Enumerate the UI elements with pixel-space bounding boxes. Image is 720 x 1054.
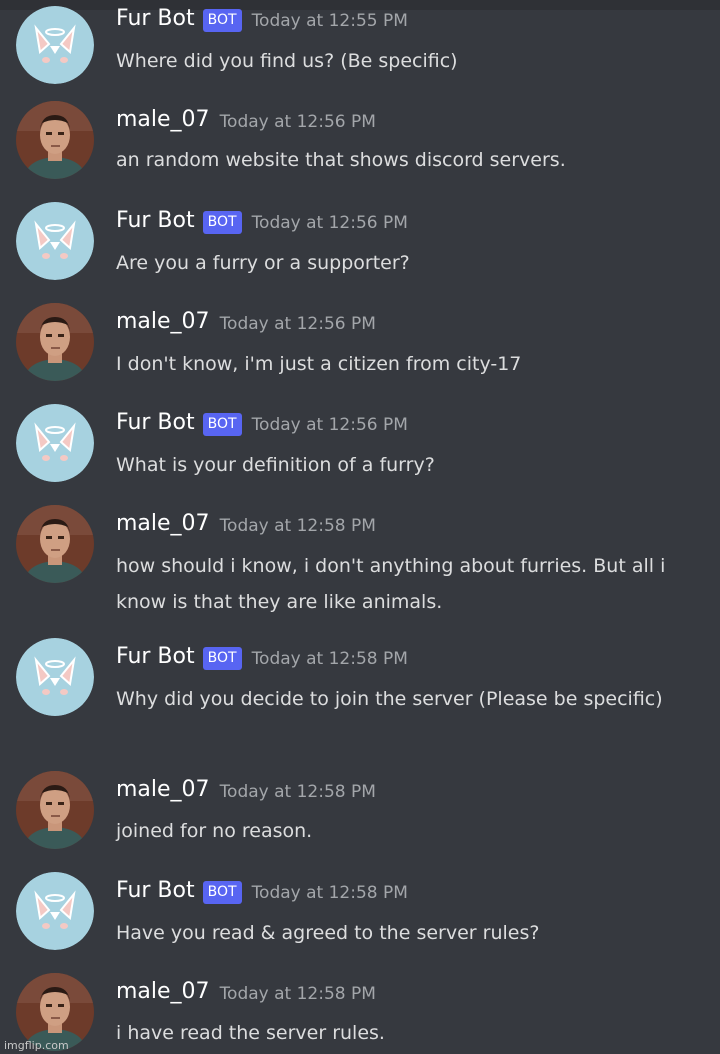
fur-bot-avatar-icon[interactable] xyxy=(16,404,94,482)
message-text: What is your definition of a furry? xyxy=(116,454,435,476)
message-text: an random website that shows discord ser… xyxy=(116,149,566,171)
male-07-avatar-icon[interactable] xyxy=(16,101,94,179)
male-07-avatar-icon[interactable] xyxy=(16,505,94,583)
bot-badge: BOT xyxy=(202,647,242,670)
timestamp: Today at 12:58 PM xyxy=(219,781,376,802)
bot-badge: BOT xyxy=(202,9,242,32)
bot-badge: BOT xyxy=(202,413,242,436)
male-07-avatar-icon[interactable] xyxy=(16,303,94,381)
timestamp: Today at 12:58 PM xyxy=(251,882,408,903)
fur-bot-avatar-icon[interactable] xyxy=(16,6,94,84)
message-text: I don't know, i'm just a citizen from ci… xyxy=(116,353,522,375)
username[interactable]: Fur Bot xyxy=(116,644,195,669)
message-text: Why did you decide to join the server (P… xyxy=(116,688,663,710)
message-text: i have read the server rules. xyxy=(116,1022,385,1044)
timestamp: Today at 12:56 PM xyxy=(219,111,376,132)
username[interactable]: male_07 xyxy=(116,979,210,1004)
timestamp: Today at 12:55 PM xyxy=(251,10,408,31)
username[interactable]: Fur Bot xyxy=(116,6,195,31)
male-07-avatar-icon[interactable] xyxy=(16,771,94,849)
imgflip-watermark: imgflip.com xyxy=(4,1039,69,1052)
message-text: joined for no reason. xyxy=(116,820,313,842)
timestamp: Today at 12:58 PM xyxy=(251,648,408,669)
timestamp: Today at 12:58 PM xyxy=(219,983,376,1004)
username[interactable]: male_07 xyxy=(116,511,210,536)
fur-bot-avatar-icon[interactable] xyxy=(16,638,94,716)
username[interactable]: Fur Bot xyxy=(116,878,195,903)
fur-bot-avatar-icon[interactable] xyxy=(16,202,94,280)
message-text: how should i know, i don't anything abou… xyxy=(116,555,666,613)
timestamp: Today at 12:56 PM xyxy=(219,313,376,334)
username[interactable]: male_07 xyxy=(116,309,210,334)
username[interactable]: male_07 xyxy=(116,107,210,132)
message-text: Are you a furry or a supporter? xyxy=(116,252,410,274)
fur-bot-avatar-icon[interactable] xyxy=(16,872,94,950)
username[interactable]: Fur Bot xyxy=(116,208,195,233)
bot-badge: BOT xyxy=(202,881,242,904)
timestamp: Today at 12:56 PM xyxy=(251,414,408,435)
message-text: Where did you find us? (Be specific) xyxy=(116,50,458,72)
message-text: Have you read & agreed to the server rul… xyxy=(116,922,540,944)
username[interactable]: Fur Bot xyxy=(116,410,195,435)
bot-badge: BOT xyxy=(202,211,242,234)
timestamp: Today at 12:58 PM xyxy=(219,515,376,536)
username[interactable]: male_07 xyxy=(116,777,210,802)
timestamp: Today at 12:56 PM xyxy=(251,212,408,233)
